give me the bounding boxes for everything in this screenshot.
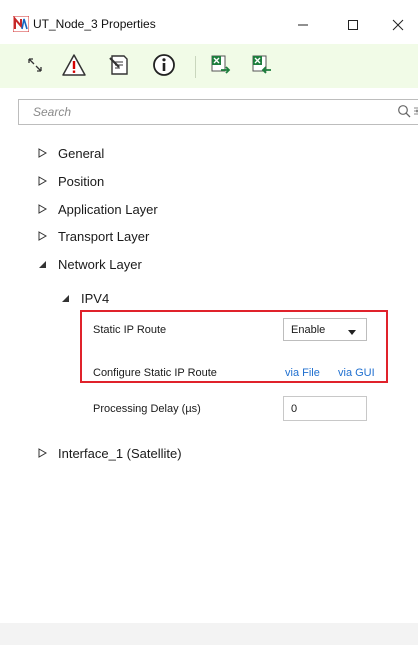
excel-export-icon (209, 53, 233, 82)
maximize-button[interactable] (336, 10, 370, 40)
expand-collapse-icon (25, 55, 45, 80)
filter-options-icon[interactable] (413, 104, 418, 123)
input-value: 0 (291, 402, 298, 415)
search-icon[interactable] (397, 104, 411, 123)
maximize-icon (347, 19, 359, 31)
tree-item-network-layer[interactable]: Network Layer (38, 254, 142, 274)
close-icon (392, 19, 404, 31)
tree-item-label: Interface_1 (Satellite) (58, 445, 182, 461)
info-button[interactable] (150, 53, 178, 81)
expand-arrow-icon (38, 443, 58, 463)
warning-icon (61, 53, 87, 82)
tree-item-interface[interactable]: Interface_1 (Satellite) (38, 443, 182, 463)
tree-item-general[interactable]: General (38, 143, 104, 163)
tree-item-label: Network Layer (58, 256, 142, 272)
excel-import-icon (250, 53, 274, 82)
tree-item-position[interactable]: Position (38, 171, 104, 191)
app-logo-icon (12, 15, 30, 33)
tree-item-ipv4[interactable]: IPV4 (61, 288, 109, 308)
expand-arrow-icon (38, 143, 58, 163)
tree-item-label: Position (58, 173, 105, 189)
toolbar-separator (195, 56, 196, 78)
search-box (18, 99, 418, 125)
collapse-arrow-icon (61, 288, 81, 308)
tree-item-label: Transport Layer (58, 228, 150, 244)
processing-delay-input[interactable]: 0 (283, 396, 367, 421)
expand-arrow-icon (38, 199, 58, 219)
notes-button[interactable] (105, 53, 133, 81)
search-controls (397, 104, 418, 122)
tree-item-application-layer[interactable]: Application Layer (38, 199, 158, 219)
highlight-box (80, 310, 388, 383)
excel-export-button[interactable] (207, 53, 235, 81)
minimize-icon (297, 19, 309, 31)
tree-item-label: General (58, 145, 105, 161)
notes-icon (107, 53, 131, 82)
toolbar (0, 44, 418, 88)
status-bar (0, 623, 418, 645)
expand-collapse-button[interactable] (21, 53, 49, 81)
expand-arrow-icon (38, 226, 58, 246)
close-button[interactable] (381, 10, 415, 40)
search-input[interactable] (20, 101, 350, 123)
title-bar: UT_Node_3 Properties (0, 0, 418, 44)
minimize-button[interactable] (286, 10, 320, 40)
tree-item-label: Application Layer (58, 201, 158, 217)
window-title: UT_Node_3 Properties (33, 17, 156, 31)
warning-button[interactable] (60, 53, 88, 81)
collapse-arrow-icon (38, 254, 58, 274)
excel-import-button[interactable] (248, 53, 276, 81)
expand-arrow-icon (38, 171, 58, 191)
tree-item-label: IPV4 (81, 290, 110, 306)
info-icon (152, 53, 176, 82)
tree-item-transport-layer[interactable]: Transport Layer (38, 226, 149, 246)
processing-delay-label: Processing Delay (µs) (93, 403, 201, 415)
